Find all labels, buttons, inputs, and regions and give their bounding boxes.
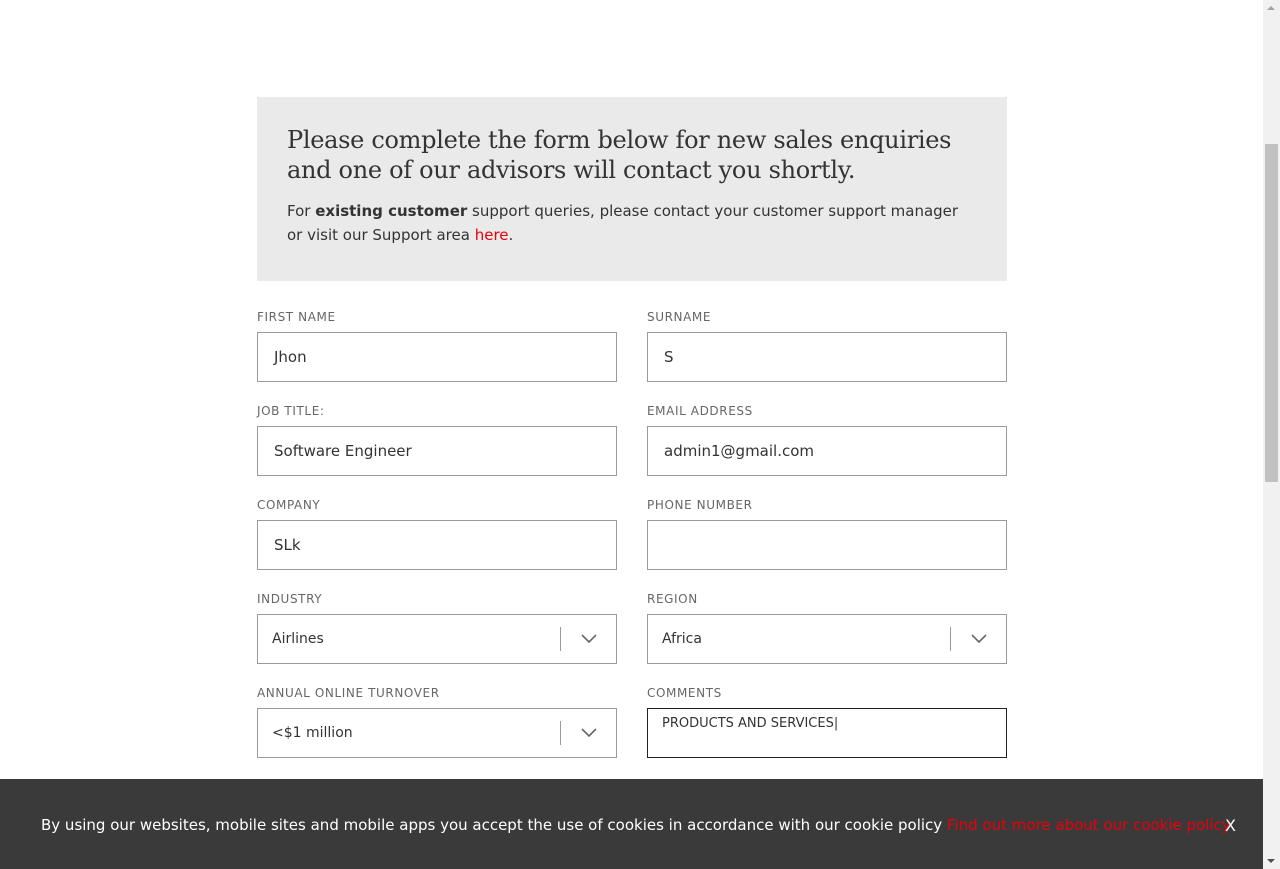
industry-value: Airlines bbox=[272, 631, 324, 647]
turnover-field: ANNUAL ONLINE TURNOVER <$1 million bbox=[257, 686, 617, 758]
scroll-up-icon[interactable] bbox=[1267, 6, 1275, 10]
region-select[interactable]: Africa bbox=[647, 614, 1007, 664]
comments-value: PRODUCTS AND SERVICES| bbox=[662, 716, 839, 731]
surname-label: SURNAME bbox=[647, 310, 712, 324]
intro-panel: Please complete the form below for new s… bbox=[257, 97, 1007, 281]
email-value: admin1@gmail.com bbox=[664, 442, 815, 460]
intro-heading: Please complete the form below for new s… bbox=[287, 126, 952, 184]
email-input[interactable]: admin1@gmail.com bbox=[647, 426, 1007, 476]
intro-text-end: . bbox=[508, 226, 514, 244]
region-label: REGION bbox=[647, 592, 698, 606]
industry-label: INDUSTRY bbox=[257, 592, 323, 606]
phone-input[interactable] bbox=[647, 520, 1007, 570]
company-input[interactable]: SLk bbox=[257, 520, 617, 570]
support-link[interactable]: here bbox=[475, 226, 509, 244]
industry-select[interactable]: Airlines bbox=[257, 614, 617, 664]
intro-text-start: For bbox=[287, 202, 316, 220]
page: Please complete the form below for new s… bbox=[0, 0, 1263, 869]
select-divider bbox=[560, 721, 561, 745]
turnover-label: ANNUAL ONLINE TURNOVER bbox=[257, 686, 440, 700]
cookie-text: By using our websites, mobile sites and … bbox=[41, 816, 947, 834]
chevron-down-icon[interactable] bbox=[580, 723, 598, 741]
cookie-policy-link[interactable]: Find out more about our cookie policy bbox=[947, 816, 1231, 834]
comments-label: COMMENTS bbox=[647, 686, 722, 700]
scrollbar[interactable] bbox=[1263, 0, 1280, 869]
select-divider bbox=[950, 627, 951, 651]
first-name-label: FIRST NAME bbox=[257, 310, 336, 324]
company-field: COMPANY SLk bbox=[257, 498, 617, 570]
region-value: Africa bbox=[662, 631, 702, 647]
job-title-input[interactable]: Software Engineer bbox=[257, 426, 617, 476]
comments-field: COMMENTS PRODUCTS AND SERVICES| bbox=[647, 686, 1007, 758]
surname-input[interactable]: S bbox=[647, 332, 1007, 382]
region-field: REGION Africa bbox=[647, 592, 1007, 664]
company-value: SLk bbox=[274, 536, 301, 554]
email-label: EMAIL ADDRESS bbox=[647, 404, 753, 418]
email-field: EMAIL ADDRESS admin1@gmail.com bbox=[647, 404, 1007, 476]
job-title-value: Software Engineer bbox=[274, 442, 412, 460]
phone-field: PHONE NUMBER bbox=[647, 498, 1007, 570]
chevron-down-icon[interactable] bbox=[580, 629, 598, 647]
first-name-field: FIRST NAME Jhon bbox=[257, 310, 617, 382]
surname-field: SURNAME S bbox=[647, 310, 1007, 382]
close-cookie-button[interactable]: X bbox=[1225, 816, 1236, 836]
phone-label: PHONE NUMBER bbox=[647, 498, 753, 512]
job-title-field: JOB TITLE: Software Engineer bbox=[257, 404, 617, 476]
scrollbar-thumb[interactable] bbox=[1265, 144, 1278, 482]
cookie-banner: By using our websites, mobile sites and … bbox=[0, 779, 1263, 869]
turnover-value: <$1 million bbox=[272, 725, 353, 741]
chevron-down-icon[interactable] bbox=[970, 629, 988, 647]
job-title-label: JOB TITLE: bbox=[257, 404, 325, 418]
comments-textarea[interactable]: PRODUCTS AND SERVICES| bbox=[647, 708, 1007, 758]
surname-value: S bbox=[664, 348, 674, 366]
first-name-input[interactable]: Jhon bbox=[257, 332, 617, 382]
select-divider bbox=[560, 627, 561, 651]
intro-text: For existing customer support queries, p… bbox=[287, 199, 977, 247]
first-name-value: Jhon bbox=[274, 348, 307, 366]
cookie-message: By using our websites, mobile sites and … bbox=[41, 815, 1231, 835]
intro-text-bold: existing customer bbox=[315, 202, 468, 220]
turnover-select[interactable]: <$1 million bbox=[257, 708, 617, 758]
company-label: COMPANY bbox=[257, 498, 321, 512]
industry-field: INDUSTRY Airlines bbox=[257, 592, 617, 664]
scroll-down-icon[interactable] bbox=[1267, 859, 1275, 863]
